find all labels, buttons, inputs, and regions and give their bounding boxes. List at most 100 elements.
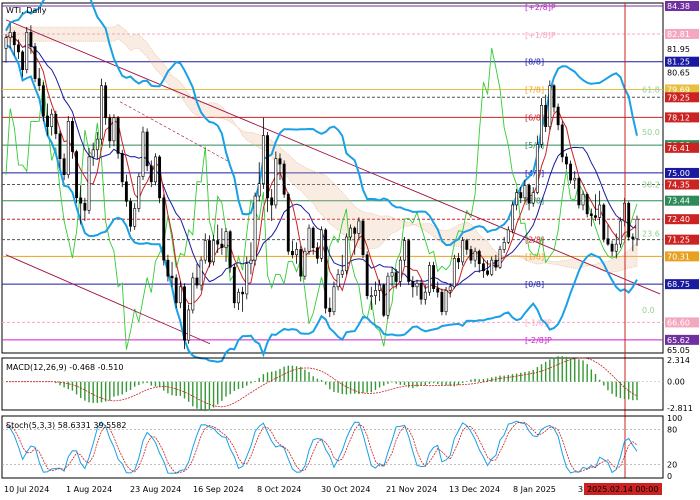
candle xyxy=(191,277,195,311)
price-tick-9: 76.41 xyxy=(667,144,690,153)
candle xyxy=(17,44,20,53)
candle xyxy=(602,204,606,240)
candle xyxy=(473,250,477,261)
candle xyxy=(286,193,290,252)
candle xyxy=(398,259,402,282)
candle xyxy=(29,32,33,47)
candle xyxy=(531,192,535,204)
candle xyxy=(232,266,236,304)
macd-tick-0: 2.314 xyxy=(667,356,690,365)
date-label-6: 21 Nov 2024 xyxy=(386,485,437,494)
candle xyxy=(390,272,394,277)
candle xyxy=(382,284,386,316)
candle xyxy=(178,286,182,304)
candle xyxy=(116,117,120,154)
candle xyxy=(436,288,440,293)
candle xyxy=(569,163,573,181)
candle xyxy=(253,195,257,261)
candle xyxy=(303,250,307,277)
price-tick-1: 82.81 xyxy=(667,30,690,39)
candle xyxy=(598,204,602,218)
candle xyxy=(515,192,519,206)
candle xyxy=(411,281,415,288)
candle xyxy=(349,227,352,238)
candle xyxy=(481,263,485,272)
candle xyxy=(556,106,560,126)
candle xyxy=(332,286,336,313)
candle xyxy=(357,220,361,234)
candle xyxy=(33,46,37,79)
candle xyxy=(315,247,319,259)
candle xyxy=(407,240,411,282)
candle xyxy=(610,243,614,252)
candle xyxy=(8,32,12,38)
candle xyxy=(154,156,157,183)
candle xyxy=(4,37,8,49)
candle xyxy=(261,135,265,184)
candle xyxy=(635,218,639,240)
price-tick-7: 78.12 xyxy=(667,113,690,122)
candle xyxy=(494,259,498,268)
candle xyxy=(195,277,199,286)
date-label-7: 13 Dec 2024 xyxy=(449,485,500,494)
candle xyxy=(560,124,564,158)
candle xyxy=(228,231,232,268)
candle xyxy=(216,240,220,245)
candle xyxy=(573,177,577,181)
date-label-0: 10 Jul 2024 xyxy=(4,485,49,494)
candle xyxy=(237,291,240,304)
candle xyxy=(141,131,145,177)
fib-label-4: 0.0 xyxy=(642,306,655,315)
level-label-16: [0/8] xyxy=(525,280,544,289)
macd-tick-1: 0.00 xyxy=(667,378,685,387)
date-label-9: 3 xyxy=(578,485,583,494)
candle xyxy=(75,151,79,199)
fib-label-3: 23.6 xyxy=(642,229,660,238)
candle xyxy=(299,249,303,277)
candle xyxy=(403,240,406,261)
candle xyxy=(527,185,531,204)
candle xyxy=(91,149,95,158)
candle xyxy=(344,236,348,272)
candle xyxy=(245,263,249,295)
candle xyxy=(104,85,108,119)
candle xyxy=(162,197,166,261)
candle xyxy=(12,32,16,46)
price-tick-15: 70.31 xyxy=(667,252,690,261)
price-tick-14: 71.25 xyxy=(667,236,690,245)
candle xyxy=(79,197,83,204)
candle xyxy=(120,153,124,183)
candle xyxy=(21,51,25,71)
candle xyxy=(535,144,539,193)
candle xyxy=(523,185,527,199)
candle xyxy=(365,254,369,297)
candle xyxy=(415,282,419,288)
price-tick-12: 73.44 xyxy=(667,197,690,206)
candle xyxy=(452,258,456,288)
candle xyxy=(66,121,70,176)
candle xyxy=(378,284,382,291)
candle xyxy=(37,78,41,87)
candle xyxy=(199,259,203,286)
candle xyxy=(83,202,87,211)
candle xyxy=(394,272,398,282)
candle xyxy=(282,163,286,195)
candle xyxy=(291,250,294,256)
candle xyxy=(112,117,116,142)
candle xyxy=(183,286,186,341)
candle xyxy=(328,307,332,313)
candle xyxy=(108,117,112,142)
candle xyxy=(295,249,299,256)
price-tick-18: 65.62 xyxy=(667,336,690,345)
candle xyxy=(457,258,460,263)
candle xyxy=(41,85,45,117)
price-tick-16: 68.75 xyxy=(667,280,690,289)
candle xyxy=(224,231,228,248)
candle xyxy=(320,229,323,259)
candle xyxy=(166,259,170,277)
candle xyxy=(374,290,377,297)
stoch-tick-0: 100 xyxy=(667,414,682,423)
stoch-tick-2: 20 xyxy=(667,460,677,469)
candle xyxy=(54,113,58,135)
price-tick-19: 65.05 xyxy=(667,346,690,355)
